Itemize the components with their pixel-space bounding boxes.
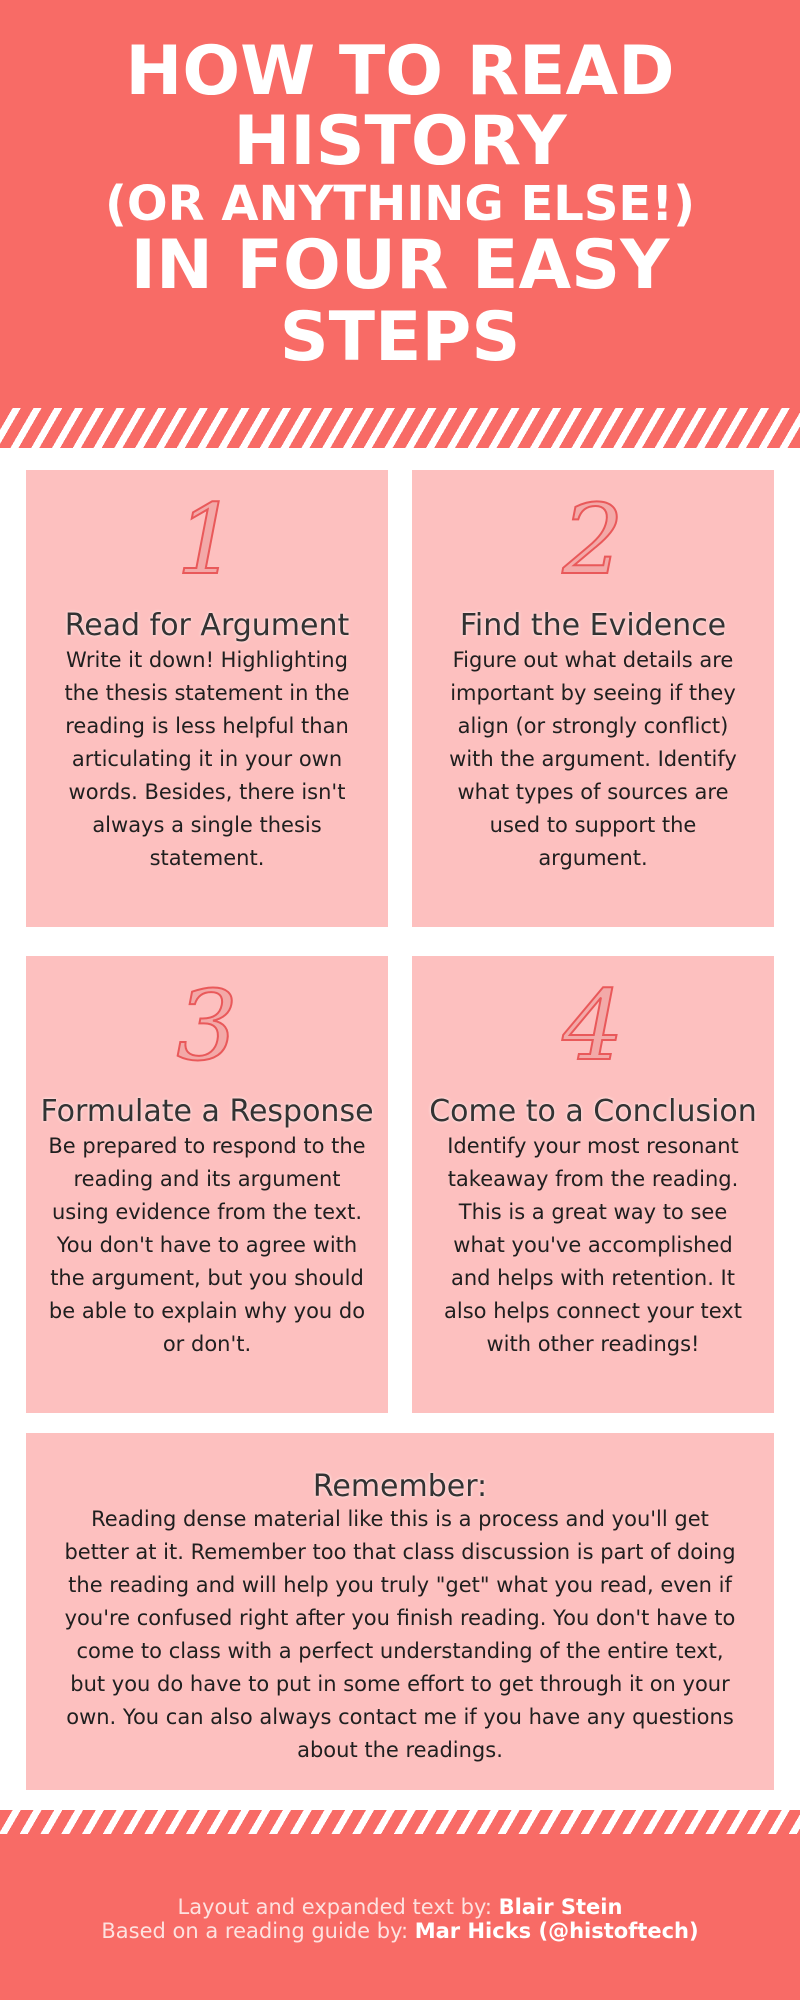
step-title-2: Find the Evidence [459, 608, 727, 643]
step-body-3: Be prepared to respond to the reading an… [48, 1134, 366, 1356]
remember-body: Reading dense material like this is a pr… [64, 1507, 736, 1762]
title-line-5: STEPS [279, 298, 521, 377]
title-line-4: IN FOUR EASY [130, 226, 670, 305]
title-line-1: HOW TO READ [125, 32, 675, 111]
step-number-4: 4 [561, 970, 624, 1082]
stripe-divider-top [0, 408, 800, 448]
remember-title: Remember: [312, 1469, 488, 1504]
step-title-3: Formulate a Response [40, 1094, 374, 1129]
step-title-1: Read for Argument [64, 608, 350, 643]
title-line-2: HISTORY [233, 102, 567, 181]
step-number-2: 2 [561, 484, 624, 596]
credit-label-guide: Based on a reading guide by: [101, 1919, 415, 1943]
footer-credits: Layout and expanded text by: Blair Stein… [0, 1834, 800, 2000]
step-body-2: Figure out what details are important by… [449, 648, 737, 870]
step-title-4: Come to a Conclusion [429, 1094, 757, 1129]
header-banner: HOW TO READ HISTORY (OR ANYTHING ELSE!) … [0, 0, 800, 408]
credit-line-guide: Based on a reading guide by: Mar Hicks (… [0, 1919, 800, 1943]
step-card-2: 2 Find the Evidence Figure out what deta… [412, 470, 774, 927]
title-line-3: (OR ANYTHING ELSE!) [104, 176, 696, 232]
step-number-3: 3 [175, 970, 238, 1082]
step-card-1: 1 Read for Argument Write it down! Highl… [26, 470, 388, 927]
credit-name-guide: Mar Hicks (@histoftech) [414, 1919, 699, 1943]
step-body-1: Write it down! Highlighting the thesis s… [64, 648, 350, 870]
credit-label-layout: Layout and expanded text by: [177, 1895, 499, 1919]
step-number-1: 1 [175, 484, 238, 596]
credit-name-layout: Blair Stein [498, 1895, 623, 1919]
step-card-4: 4 Come to a Conclusion Identify your mos… [412, 956, 774, 1413]
stripe-divider-bottom [0, 1810, 800, 1834]
step-body-4: Identify your most resonant takeaway fro… [444, 1134, 742, 1356]
credit-line-layout: Layout and expanded text by: Blair Stein [0, 1895, 800, 1919]
step-card-3: 3 Formulate a Response Be prepared to re… [26, 956, 388, 1413]
remember-card: Remember: Reading dense material like th… [26, 1433, 774, 1790]
